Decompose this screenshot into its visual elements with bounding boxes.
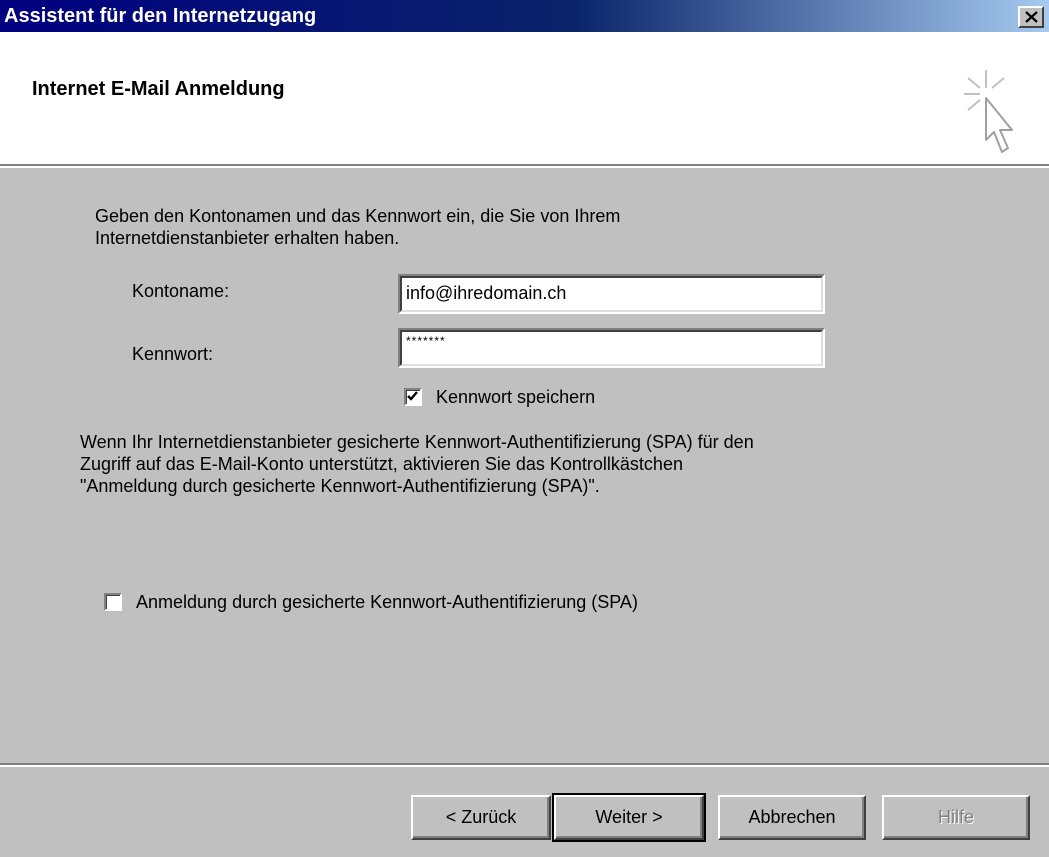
save-password-checkbox[interactable] — [404, 388, 422, 406]
account-name-input[interactable]: info@ihredomain.ch — [398, 274, 825, 314]
intro-line: Internetdienstanbieter erhalten haben. — [95, 228, 400, 248]
intro-text: Geben den Kontonamen und das Kennwort ei… — [95, 205, 620, 249]
info-line: Zugriff auf das E-Mail-Konto unterstützt… — [80, 454, 683, 474]
cancel-button[interactable]: Abbrechen — [718, 795, 866, 840]
help-button[interactable]: Hilfe — [882, 795, 1030, 840]
spa-checkbox-label[interactable]: Anmeldung durch gesicherte Kennwort-Auth… — [136, 591, 638, 613]
title-bar[interactable]: Assistent für den Internetzugang — [0, 0, 1049, 32]
info-line: "Anmeldung durch gesicherte Kennwort-Aut… — [80, 476, 600, 496]
checkmark-icon — [407, 391, 418, 401]
save-password-label[interactable]: Kennwort speichern — [436, 386, 595, 408]
next-button[interactable]: Weiter > — [552, 793, 706, 842]
password-value: ******* — [406, 334, 446, 348]
account-name-label: Kontoname: — [132, 281, 230, 301]
window-title: Assistent für den Internetzugang — [4, 5, 317, 27]
cursor-sparkle-icon — [964, 70, 1013, 153]
password-input[interactable]: ******* — [398, 328, 825, 368]
wizard-header: Internet E-Mail Anmeldung — [0, 32, 1049, 168]
close-icon — [1025, 11, 1038, 23]
button-separator — [0, 763, 1049, 767]
password-label: Kennwort: — [132, 344, 214, 364]
spa-info-text: Wenn Ihr Internetdienstanbieter gesicher… — [80, 431, 754, 497]
back-button[interactable]: < Zurück — [411, 795, 551, 840]
page-heading: Internet E-Mail Anmeldung — [32, 78, 285, 100]
info-line: Wenn Ihr Internetdienstanbieter gesicher… — [80, 432, 754, 452]
wizard-window: Assistent für den Internetzugang Interne… — [0, 0, 1049, 857]
close-button[interactable] — [1018, 6, 1044, 28]
intro-line: Geben den Kontonamen und das Kennwort ei… — [95, 206, 621, 226]
spa-checkbox[interactable] — [104, 593, 122, 611]
account-name-value: info@ihredomain.ch — [406, 283, 567, 303]
